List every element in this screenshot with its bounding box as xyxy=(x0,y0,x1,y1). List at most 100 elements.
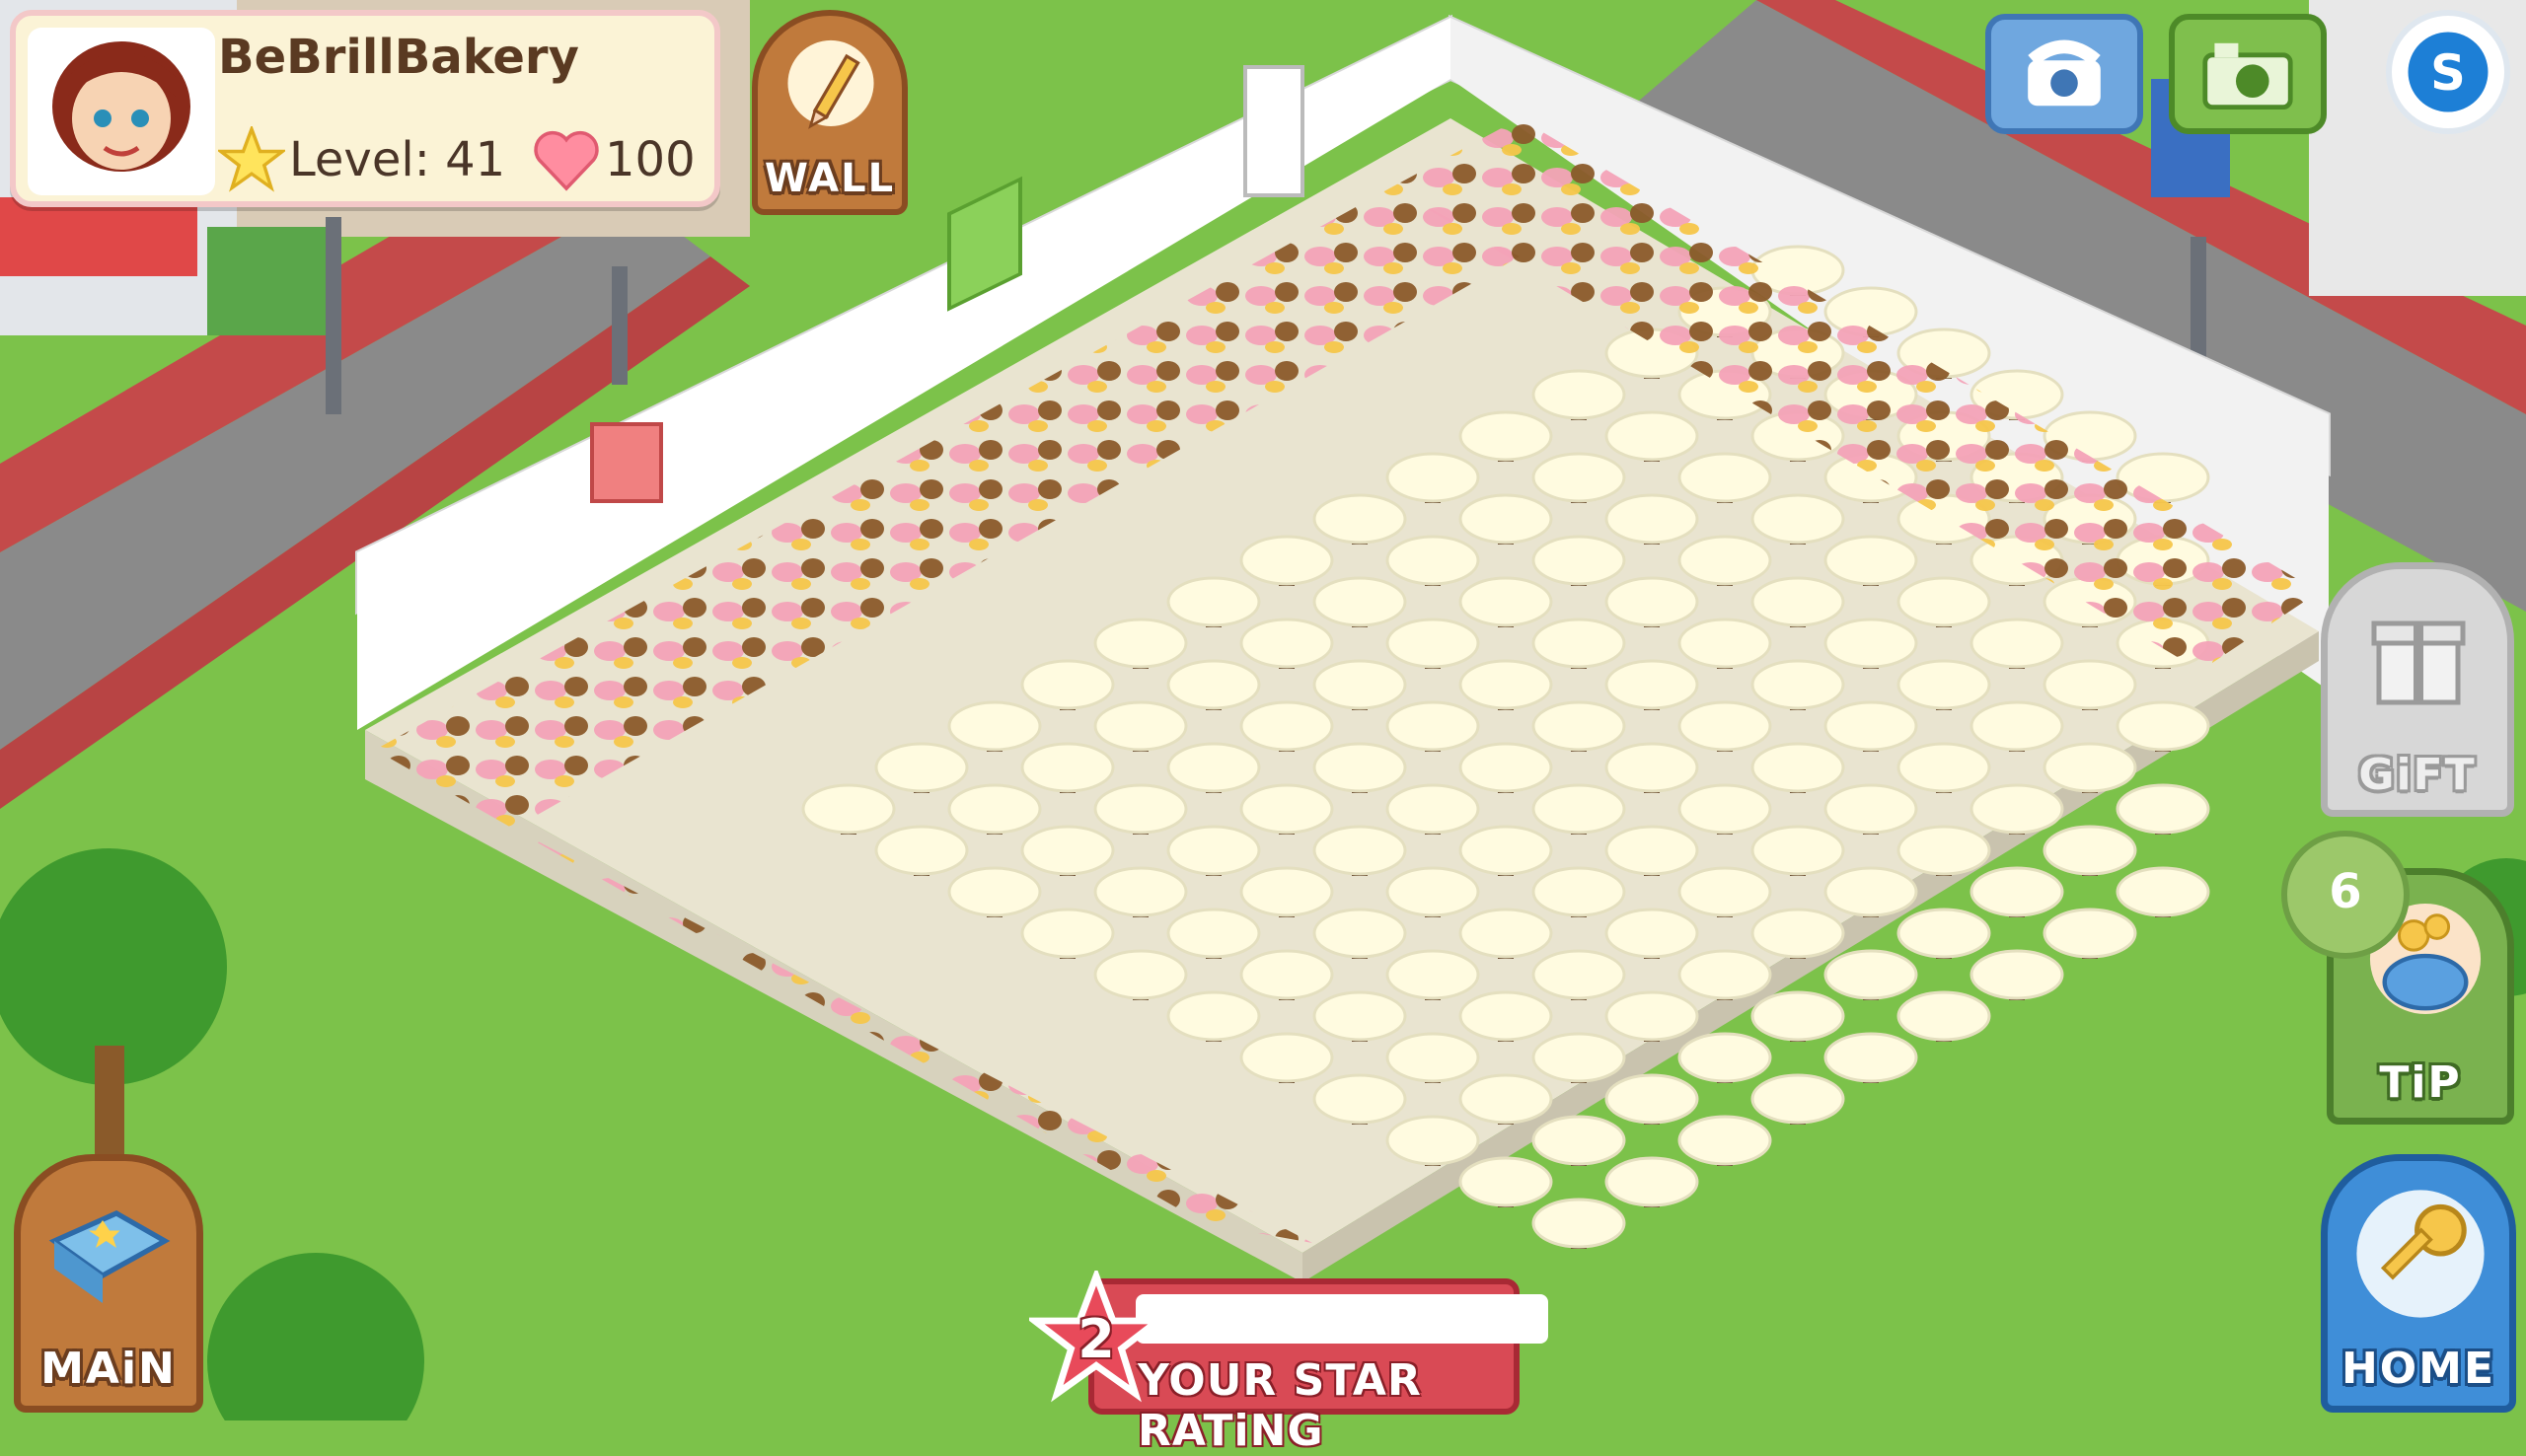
dining-table[interactable] xyxy=(2043,825,2137,878)
dining-table[interactable] xyxy=(1385,700,1480,754)
dining-table[interactable] xyxy=(1677,1032,1772,1085)
dining-table[interactable] xyxy=(1239,866,1334,919)
dining-table[interactable] xyxy=(1385,866,1480,919)
dining-table[interactable] xyxy=(1896,659,1991,712)
dining-table[interactable] xyxy=(1896,742,1991,795)
dining-table[interactable] xyxy=(874,825,969,878)
wall-button[interactable]: WALL xyxy=(752,10,908,215)
dining-table[interactable] xyxy=(1750,742,1845,795)
dining-table[interactable] xyxy=(1020,742,1115,795)
dining-table[interactable] xyxy=(1385,783,1480,837)
dining-table[interactable] xyxy=(1312,825,1407,878)
dining-table[interactable] xyxy=(1239,1032,1334,1085)
dining-table[interactable] xyxy=(1458,1156,1553,1209)
dining-table[interactable] xyxy=(1020,908,1115,961)
dining-table[interactable] xyxy=(1823,783,1918,837)
dining-table[interactable] xyxy=(1312,576,1407,629)
dining-table[interactable] xyxy=(1166,990,1261,1044)
dining-table[interactable] xyxy=(1093,949,1188,1002)
dining-table[interactable] xyxy=(1969,783,2064,837)
dining-table[interactable] xyxy=(1093,866,1188,919)
dining-table[interactable] xyxy=(2116,700,2210,754)
dining-table[interactable] xyxy=(1896,908,1991,961)
dining-table[interactable] xyxy=(1385,452,1480,505)
dining-table[interactable] xyxy=(801,783,896,837)
dining-table[interactable] xyxy=(1166,659,1261,712)
dining-table[interactable] xyxy=(1458,825,1553,878)
social-button[interactable]: S xyxy=(2386,10,2510,134)
dining-table[interactable] xyxy=(1458,493,1553,546)
dining-table[interactable] xyxy=(1604,410,1699,464)
dining-table[interactable] xyxy=(1385,1032,1480,1085)
dining-table[interactable] xyxy=(1531,1198,1626,1251)
dining-table[interactable] xyxy=(1604,576,1699,629)
dining-table[interactable] xyxy=(1969,700,2064,754)
dining-table[interactable] xyxy=(1531,535,1626,588)
dining-table[interactable] xyxy=(1312,742,1407,795)
dining-table[interactable] xyxy=(1239,783,1334,837)
dining-table[interactable] xyxy=(1604,908,1699,961)
dining-table[interactable] xyxy=(1823,535,1918,588)
dining-table[interactable] xyxy=(2116,866,2210,919)
dining-table[interactable] xyxy=(1604,493,1699,546)
dining-table[interactable] xyxy=(1677,452,1772,505)
dining-table[interactable] xyxy=(1677,783,1772,837)
dining-table[interactable] xyxy=(1458,576,1553,629)
dining-table[interactable] xyxy=(1604,1156,1699,1209)
dining-table[interactable] xyxy=(1531,783,1626,837)
dining-table[interactable] xyxy=(1750,1073,1845,1127)
dining-table[interactable] xyxy=(1750,908,1845,961)
dining-table[interactable] xyxy=(2043,659,2137,712)
dining-table[interactable] xyxy=(2116,783,2210,837)
dining-table[interactable] xyxy=(1531,866,1626,919)
dining-table[interactable] xyxy=(1823,949,1918,1002)
dining-table[interactable] xyxy=(1823,1032,1918,1085)
dining-table[interactable] xyxy=(1239,535,1334,588)
dining-table[interactable] xyxy=(1823,866,1918,919)
dining-table[interactable] xyxy=(1458,410,1553,464)
dining-table[interactable] xyxy=(1677,700,1772,754)
dining-table[interactable] xyxy=(1750,825,1845,878)
player-profile-panel[interactable]: BeBrillBakery Level: 41 100 xyxy=(10,10,720,207)
dining-table[interactable] xyxy=(1166,825,1261,878)
dining-table[interactable] xyxy=(1093,700,1188,754)
dining-table[interactable] xyxy=(1239,700,1334,754)
dining-table[interactable] xyxy=(874,742,969,795)
dining-table[interactable] xyxy=(1531,1032,1626,1085)
dining-table[interactable] xyxy=(947,783,1042,837)
dining-table[interactable] xyxy=(1823,618,1918,671)
dining-table[interactable] xyxy=(1677,535,1772,588)
dining-table[interactable] xyxy=(1677,949,1772,1002)
dining-table[interactable] xyxy=(1677,866,1772,919)
dining-table[interactable] xyxy=(1312,990,1407,1044)
phone-button[interactable] xyxy=(1985,14,2143,134)
dining-table[interactable] xyxy=(1312,493,1407,546)
dining-table[interactable] xyxy=(1604,990,1699,1044)
dining-table[interactable] xyxy=(947,866,1042,919)
dining-table[interactable] xyxy=(1458,908,1553,961)
dining-table[interactable] xyxy=(1750,493,1845,546)
dining-table[interactable] xyxy=(947,700,1042,754)
dining-table[interactable] xyxy=(1458,990,1553,1044)
dining-table[interactable] xyxy=(1531,949,1626,1002)
dining-table[interactable] xyxy=(2043,908,2137,961)
dining-table[interactable] xyxy=(1531,1115,1626,1168)
dining-table[interactable] xyxy=(1093,618,1188,671)
dining-table[interactable] xyxy=(1385,949,1480,1002)
dining-table[interactable] xyxy=(1823,700,1918,754)
dining-table[interactable] xyxy=(1604,742,1699,795)
dining-table[interactable] xyxy=(1604,1073,1699,1127)
dining-table[interactable] xyxy=(1166,908,1261,961)
dining-table[interactable] xyxy=(1093,783,1188,837)
dining-table[interactable] xyxy=(2043,742,2137,795)
dining-table[interactable] xyxy=(1531,452,1626,505)
dining-table[interactable] xyxy=(1020,659,1115,712)
dining-table[interactable] xyxy=(1385,618,1480,671)
gift-button[interactable]: GiFT xyxy=(2321,562,2514,817)
dining-table[interactable] xyxy=(1385,1115,1480,1168)
dining-table[interactable] xyxy=(1677,618,1772,671)
dining-table[interactable] xyxy=(1166,576,1261,629)
dining-table[interactable] xyxy=(1239,618,1334,671)
dining-table[interactable] xyxy=(1969,866,2064,919)
dining-table[interactable] xyxy=(1969,618,2064,671)
